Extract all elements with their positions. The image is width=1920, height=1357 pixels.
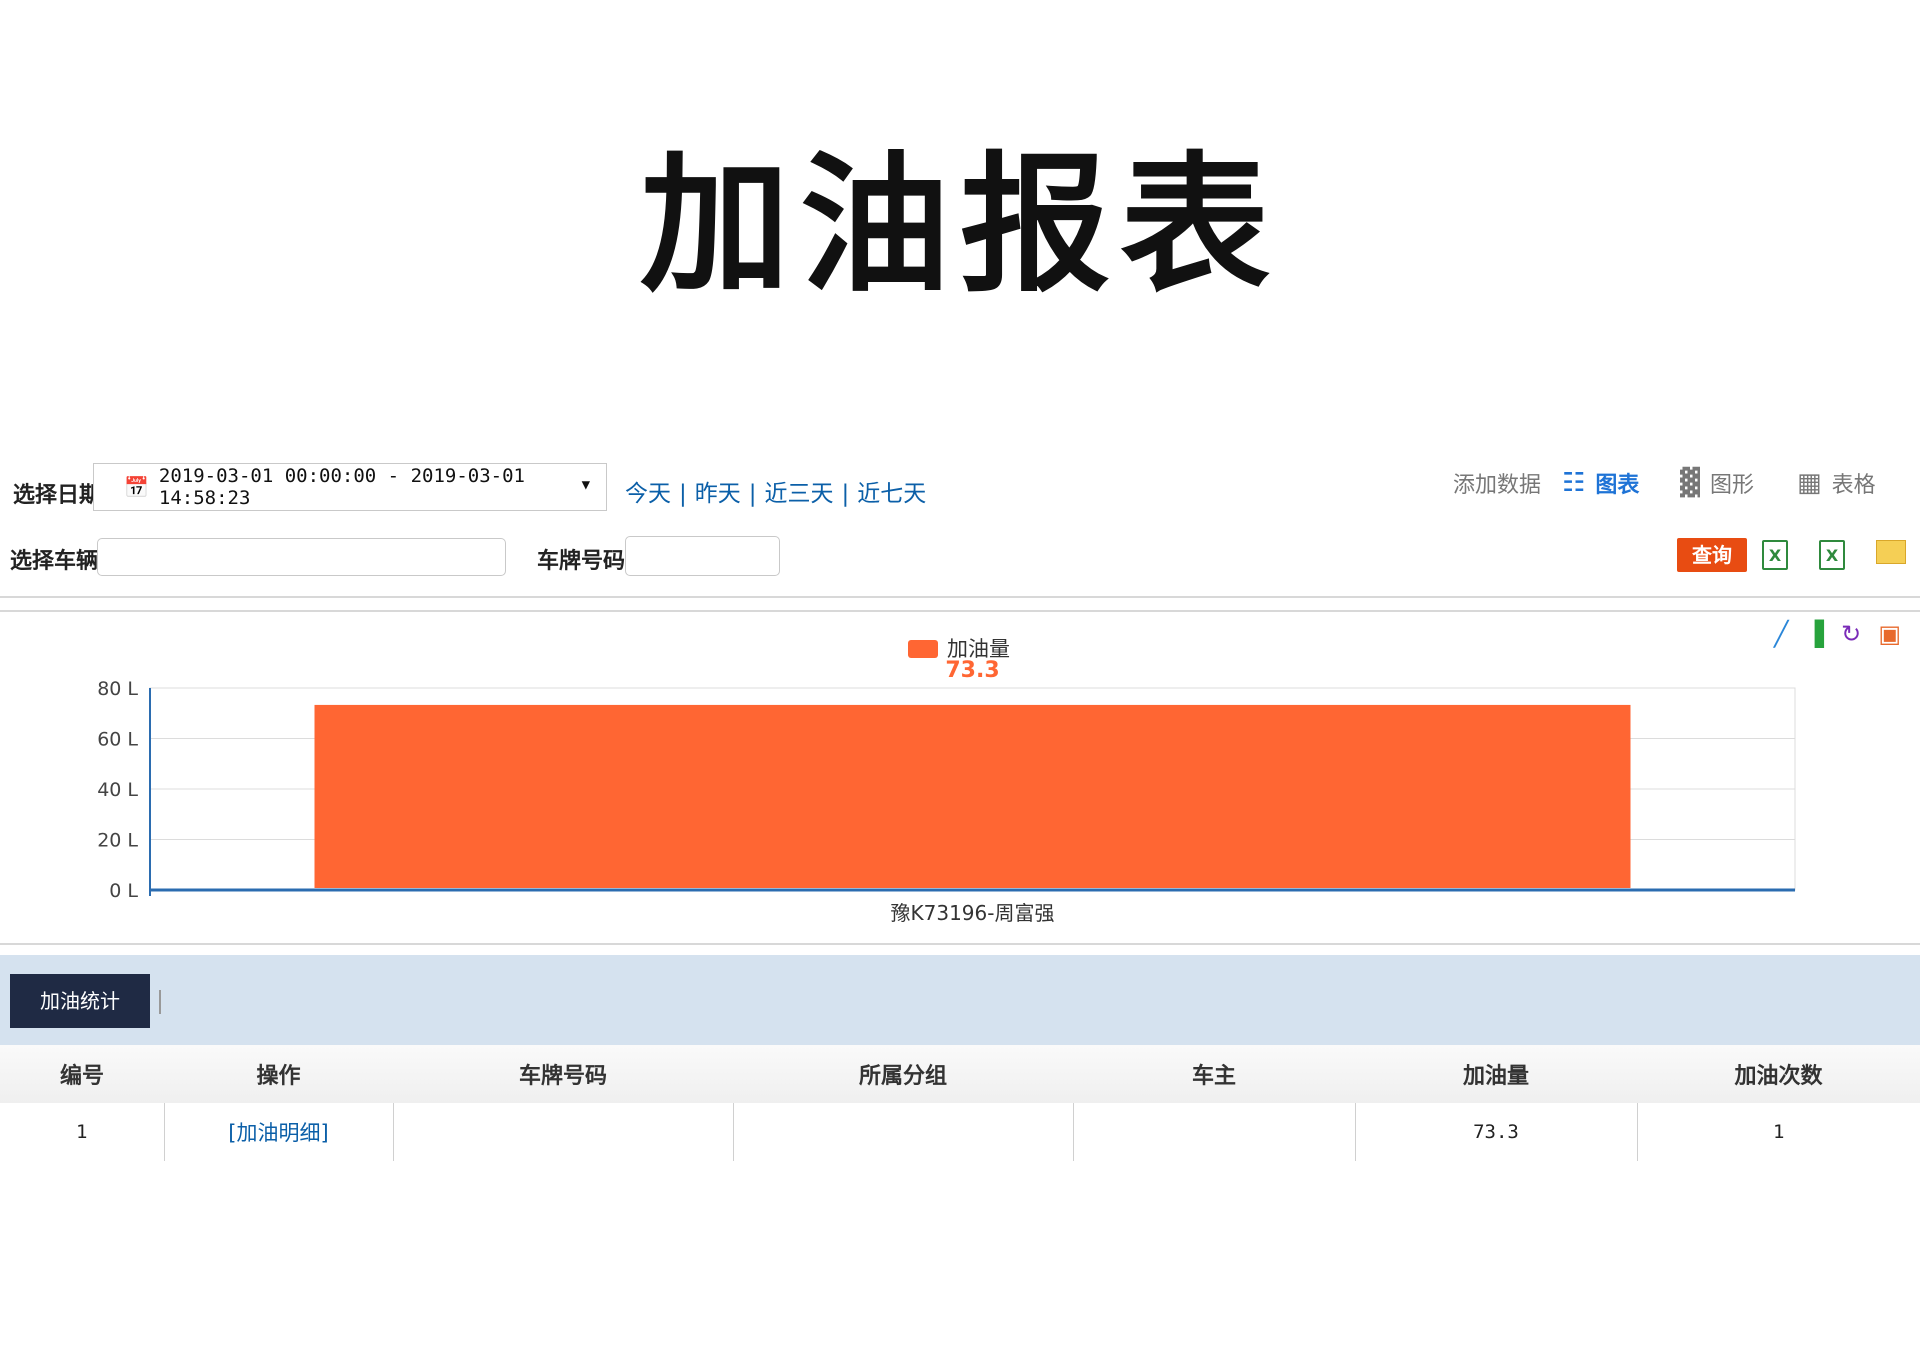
table-row: 1 [加油明细] 73.3 1 — [0, 1103, 1920, 1161]
legend-swatch — [908, 640, 938, 658]
add-data-label: 添加数据 — [1453, 473, 1542, 498]
fuel-bar-chart: 加油量 0 L20 L40 L60 L80 L73.3豫K73196-周富强 — [97, 637, 1796, 925]
data-label: 73.3 — [945, 658, 999, 683]
export-excel-icon[interactable]: X — [1762, 540, 1788, 570]
cell-id: 1 — [76, 1121, 88, 1143]
view-table-tab[interactable]: ▦ 表格 — [1797, 467, 1876, 499]
export-excel-all-icon[interactable]: X — [1819, 540, 1845, 570]
header-owner[interactable]: 车主 — [1073, 1045, 1355, 1103]
y-tick-label: 20 L — [97, 830, 138, 852]
view-chart-label: 图表 — [1595, 473, 1640, 498]
date-label: 选择日期 — [13, 483, 102, 508]
vehicle-label: 选择车辆 — [10, 549, 99, 574]
y-tick-label: 80 L — [97, 678, 138, 700]
quick-date-yesterday[interactable]: 昨天 — [695, 481, 741, 507]
quick-date-3days[interactable]: 近三天 — [765, 481, 834, 507]
header-count[interactable]: 加油次数 — [1637, 1045, 1920, 1103]
date-range-value: 2019-03-01 00:00:00 - 2019-03-01 14:58:2… — [158, 465, 525, 509]
view-graph-tab[interactable]: ▓ 图形 — [1680, 467, 1754, 499]
chart-divider — [0, 943, 1920, 945]
filter-divider-2 — [0, 610, 1920, 612]
header-action[interactable]: 操作 — [164, 1045, 393, 1103]
cell-plate — [392, 1103, 733, 1161]
header-group[interactable]: 所属分组 — [733, 1045, 1073, 1103]
calendar-icon: 📅 — [124, 475, 149, 499]
fuel-stats-table: 编号 操作 车牌号码 所属分组 车主 加油量 加油次数 1 [加油明细] 73.… — [0, 1045, 1920, 1161]
grid-chart-icon: ☷ — [1562, 468, 1586, 498]
plate-label: 车牌号码 — [537, 549, 626, 574]
header-plate[interactable]: 车牌号码 — [393, 1045, 733, 1103]
header-amount[interactable]: 加油量 — [1355, 1045, 1637, 1103]
y-tick-label: 40 L — [97, 779, 138, 801]
cell-group — [732, 1103, 1073, 1161]
cell-amount: 73.3 — [1354, 1103, 1637, 1161]
quick-date-links: 今天 | 昨天 | 近三天 | 近七天 — [625, 481, 927, 507]
quick-date-7days[interactable]: 近七天 — [857, 481, 926, 507]
fuel-detail-link[interactable]: [加油明细] — [163, 1103, 393, 1161]
filter-divider — [0, 596, 1920, 598]
dropdown-arrow-icon[interactable]: ▼ — [582, 477, 590, 493]
cell-count: 1 — [1636, 1103, 1920, 1161]
page-title: 加油报表 — [639, 137, 1280, 313]
view-table-label: 表格 — [1831, 473, 1876, 498]
date-range-picker[interactable]: 📅 2019-03-01 00:00:00 - 2019-03-01 14:58… — [93, 463, 607, 511]
mail-icon[interactable] — [1876, 540, 1906, 564]
vehicle-select[interactable] — [97, 538, 506, 576]
view-chart-tab[interactable]: ☷ 图表 — [1562, 467, 1639, 499]
tab-divider — [159, 990, 161, 1014]
x-tick-label: 豫K73196-周富强 — [891, 901, 1055, 925]
y-tick-label: 0 L — [109, 880, 138, 902]
tab-fuel-stats[interactable]: 加油统计 — [10, 974, 150, 1028]
bar — [314, 704, 1631, 888]
header-id[interactable]: 编号 — [0, 1045, 164, 1103]
tab-bar — [0, 955, 1920, 1045]
cell-owner — [1072, 1103, 1355, 1161]
view-graph-label: 图形 — [1710, 473, 1755, 498]
y-tick-label: 60 L — [97, 729, 138, 751]
add-data-button[interactable]: 添加数据 — [1453, 467, 1541, 499]
plate-input[interactable] — [625, 536, 780, 576]
quick-date-today[interactable]: 今天 — [625, 481, 671, 507]
bar-chart-icon: ▓ — [1680, 468, 1700, 498]
query-button[interactable]: 查询 — [1677, 538, 1747, 572]
table-header-row: 编号 操作 车牌号码 所属分组 车主 加油量 加油次数 — [0, 1045, 1920, 1103]
table-icon: ▦ — [1797, 468, 1822, 498]
